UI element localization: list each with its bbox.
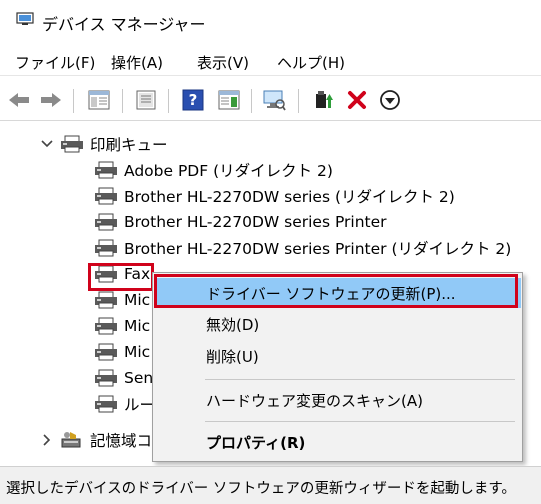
printer-icon bbox=[60, 135, 84, 153]
forward-arrow-icon[interactable] bbox=[38, 87, 64, 113]
storage-controller-icon bbox=[60, 431, 84, 449]
tree-item[interactable]: Brother HL-2270DW series (リダイレクト 2) bbox=[94, 183, 455, 209]
back-arrow-icon[interactable] bbox=[6, 87, 32, 113]
tree-item-label: Adobe PDF (リダイレクト 2) bbox=[124, 162, 333, 180]
menu-item-uninstall[interactable]: 削除(U) bbox=[154, 341, 521, 371]
tree-item[interactable]: Brother HL-2270DW series Printer bbox=[94, 209, 387, 235]
update-driver-icon[interactable] bbox=[310, 87, 336, 113]
scan-hardware-icon[interactable] bbox=[261, 87, 287, 113]
toolbar-separator bbox=[73, 89, 74, 113]
tree-item[interactable]: Mic bbox=[94, 313, 150, 339]
menu-item-scan-hardware[interactable]: ハードウェア変更のスキャン(A) bbox=[154, 385, 521, 415]
tree-category-label: 記憶域コ bbox=[90, 432, 153, 450]
printer-icon bbox=[94, 317, 118, 335]
printer-icon bbox=[94, 187, 118, 205]
tree-item-label: Brother HL-2270DW series Printer bbox=[124, 213, 387, 231]
printer-icon bbox=[94, 343, 118, 361]
tree-category-print-queues[interactable]: 印刷キュー bbox=[40, 131, 168, 157]
properties-icon[interactable] bbox=[133, 87, 159, 113]
menu-item-label: 無効(D) bbox=[206, 315, 260, 334]
menu-item-disable[interactable]: 無効(D) bbox=[154, 309, 521, 339]
menu-help[interactable]: ヘルプ(H) bbox=[277, 52, 345, 73]
update-driver-highlight-frame bbox=[154, 274, 518, 308]
fax-highlight-frame bbox=[88, 263, 154, 291]
printer-icon bbox=[94, 369, 118, 387]
tree-item-label: ルー bbox=[124, 396, 156, 414]
tree-item-label: Sen bbox=[124, 369, 154, 387]
menu-item-label: 削除(U) bbox=[206, 347, 259, 366]
tree-item-label: Mic bbox=[124, 343, 151, 361]
status-bar: 選択したデバイスのドライバー ソフトウェアの更新ウィザードを起動します。 bbox=[0, 466, 541, 504]
printer-icon bbox=[94, 291, 118, 309]
toolbar-separator bbox=[251, 89, 252, 113]
action-pane-icon[interactable] bbox=[216, 87, 242, 113]
tree-item-label: Brother HL-2270DW series (リダイレクト 2) bbox=[124, 188, 455, 206]
menu-action[interactable]: 操作(A) bbox=[111, 52, 163, 73]
tree-item[interactable]: Brother HL-2270DW series Printer (リダイレクト… bbox=[94, 235, 511, 261]
menu-item-label: ハードウェア変更のスキャン(A) bbox=[206, 391, 423, 410]
show-hide-console-tree-icon[interactable] bbox=[86, 87, 112, 113]
printer-icon bbox=[94, 213, 118, 231]
toolbar: ? bbox=[0, 79, 541, 121]
menu-file[interactable]: ファイル(F) bbox=[15, 52, 95, 73]
tree-item[interactable]: Adobe PDF (リダイレクト 2) bbox=[94, 157, 333, 183]
menu-separator bbox=[205, 379, 515, 380]
printer-icon bbox=[94, 395, 118, 413]
tree-item-label: Mic bbox=[124, 317, 151, 335]
menu-item-label: プロパティ(R) bbox=[206, 433, 306, 452]
tree-category-storage[interactable]: 記憶域コ bbox=[40, 427, 152, 453]
uninstall-icon[interactable] bbox=[344, 87, 370, 113]
menu-bar: ファイル(F) 操作(A) 表示(V) ヘルプ(H) bbox=[0, 46, 541, 76]
chevron-down-icon[interactable] bbox=[40, 137, 54, 151]
toolbar-separator bbox=[298, 89, 299, 113]
tree-item[interactable]: Mic bbox=[94, 339, 150, 365]
tree-item[interactable]: Sen bbox=[94, 365, 153, 391]
device-manager-icon bbox=[16, 12, 34, 25]
tree-item-label: Mic bbox=[124, 291, 151, 309]
status-text: 選択したデバイスのドライバー ソフトウェアの更新ウィザードを起動します。 bbox=[6, 481, 516, 497]
printer-icon bbox=[94, 239, 118, 257]
tree-item-label: Brother HL-2270DW series Printer (リダイレクト… bbox=[124, 240, 512, 258]
tree-item[interactable]: ルー bbox=[94, 391, 155, 417]
toolbar-separator bbox=[122, 89, 123, 113]
download-icon[interactable] bbox=[377, 87, 403, 113]
chevron-right-icon[interactable] bbox=[40, 433, 54, 447]
menu-view[interactable]: 表示(V) bbox=[197, 52, 249, 73]
tree-category-label: 印刷キュー bbox=[90, 136, 168, 154]
menu-item-properties[interactable]: プロパティ(R) bbox=[154, 427, 521, 457]
title-bar: デバイス マネージャー bbox=[0, 0, 541, 42]
help-icon[interactable]: ? bbox=[180, 87, 206, 113]
printer-icon bbox=[94, 161, 118, 179]
window-title: デバイス マネージャー bbox=[42, 15, 206, 34]
menu-separator bbox=[205, 421, 515, 422]
toolbar-separator bbox=[168, 89, 169, 113]
svg-text:?: ? bbox=[189, 91, 198, 109]
